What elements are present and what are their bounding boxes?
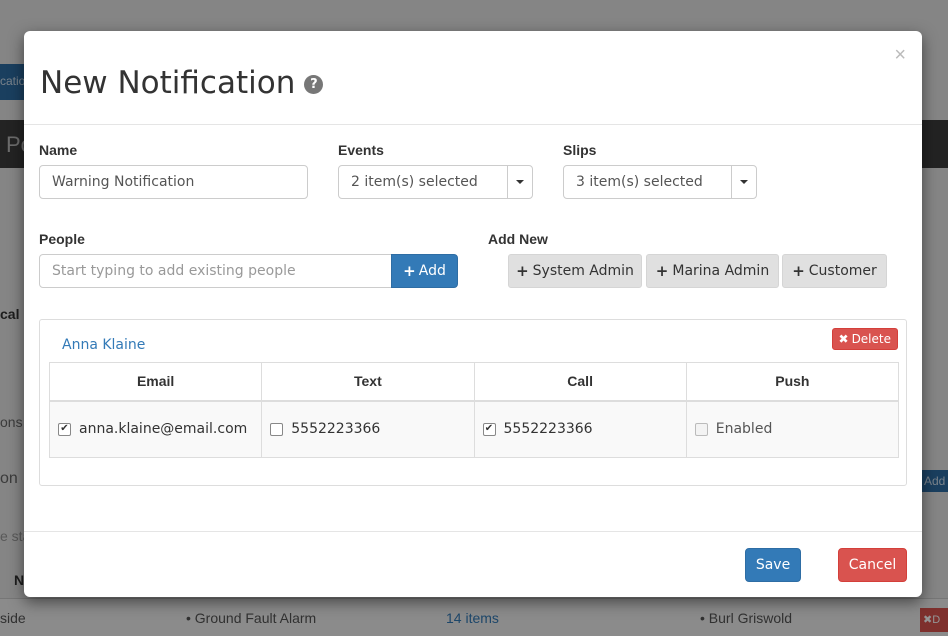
- plus-icon: +: [403, 262, 416, 280]
- push-checkbox: [694, 422, 708, 436]
- events-dropdown-toggle[interactable]: [507, 166, 532, 198]
- events-select[interactable]: 2 item(s) selected: [338, 165, 533, 199]
- times-icon: ✖: [838, 332, 849, 346]
- cancel-button[interactable]: Cancel: [838, 548, 907, 582]
- new-notification-modal: New Notification ? × Name Events 2 item(…: [24, 31, 922, 597]
- push-value: Enabled: [715, 421, 773, 438]
- text-checkbox[interactable]: [270, 422, 284, 436]
- contact-methods-table: Email Text Call Push ✔ anna.klaine@email…: [48, 362, 900, 458]
- slips-select-value: 3 item(s) selected: [576, 174, 703, 190]
- column-header-push: Push: [685, 362, 900, 402]
- events-select-value: 2 item(s) selected: [351, 174, 478, 190]
- modal-title-text: New Notification: [40, 65, 296, 101]
- slips-dropdown-toggle[interactable]: [731, 166, 756, 198]
- plus-icon: +: [655, 262, 669, 280]
- person-name-link[interactable]: Anna Klaine: [62, 337, 145, 353]
- person-panel: Anna Klaine ✖ Delete Email Text Call Push…: [39, 319, 907, 486]
- call-value: 5552223366: [503, 421, 593, 438]
- modal-title: New Notification ?: [40, 65, 324, 101]
- add-person-button[interactable]: + Add: [391, 254, 458, 288]
- email-value: anna.klaine@email.com: [79, 421, 248, 438]
- email-cell: ✔ anna.klaine@email.com: [48, 400, 263, 458]
- plus-icon: +: [792, 262, 805, 280]
- caret-down-icon: [740, 180, 748, 184]
- column-header-call: Call: [473, 362, 687, 402]
- table-row: ✔ anna.klaine@email.com 5552223366 ✔ 555…: [48, 400, 900, 458]
- text-cell: 5552223366: [261, 400, 475, 458]
- question-circle-icon[interactable]: ?: [304, 75, 324, 94]
- add-customer-button[interactable]: + Customer: [782, 254, 887, 288]
- people-search-input[interactable]: [39, 254, 392, 288]
- save-button[interactable]: Save: [745, 548, 801, 582]
- email-checkbox[interactable]: ✔: [58, 422, 71, 436]
- close-icon[interactable]: ×: [894, 45, 906, 65]
- plus-icon: +: [516, 262, 529, 280]
- add-marina-admin-button[interactable]: + Marina Admin: [646, 254, 779, 288]
- add-system-admin-button[interactable]: + System Admin: [508, 254, 642, 288]
- name-label: Name: [39, 142, 78, 158]
- modal-header: New Notification ? ×: [24, 31, 922, 125]
- caret-down-icon: [516, 180, 524, 184]
- slips-select[interactable]: 3 item(s) selected: [563, 165, 757, 199]
- modal-footer: Save Cancel: [24, 531, 922, 597]
- name-input[interactable]: [39, 165, 308, 199]
- push-cell: Enabled: [685, 400, 900, 458]
- events-label: Events: [338, 142, 384, 158]
- people-label: People: [39, 231, 85, 247]
- call-cell: ✔ 5552223366: [473, 400, 687, 458]
- text-value: 5552223366: [291, 421, 381, 438]
- column-header-email: Email: [48, 362, 263, 402]
- add-new-label: Add New: [488, 231, 548, 247]
- delete-person-button[interactable]: ✖ Delete: [831, 328, 898, 350]
- call-checkbox[interactable]: ✔: [482, 422, 496, 436]
- slips-label: Slips: [563, 142, 597, 158]
- column-header-text: Text: [261, 362, 475, 402]
- add-person-label: Add: [418, 263, 446, 279]
